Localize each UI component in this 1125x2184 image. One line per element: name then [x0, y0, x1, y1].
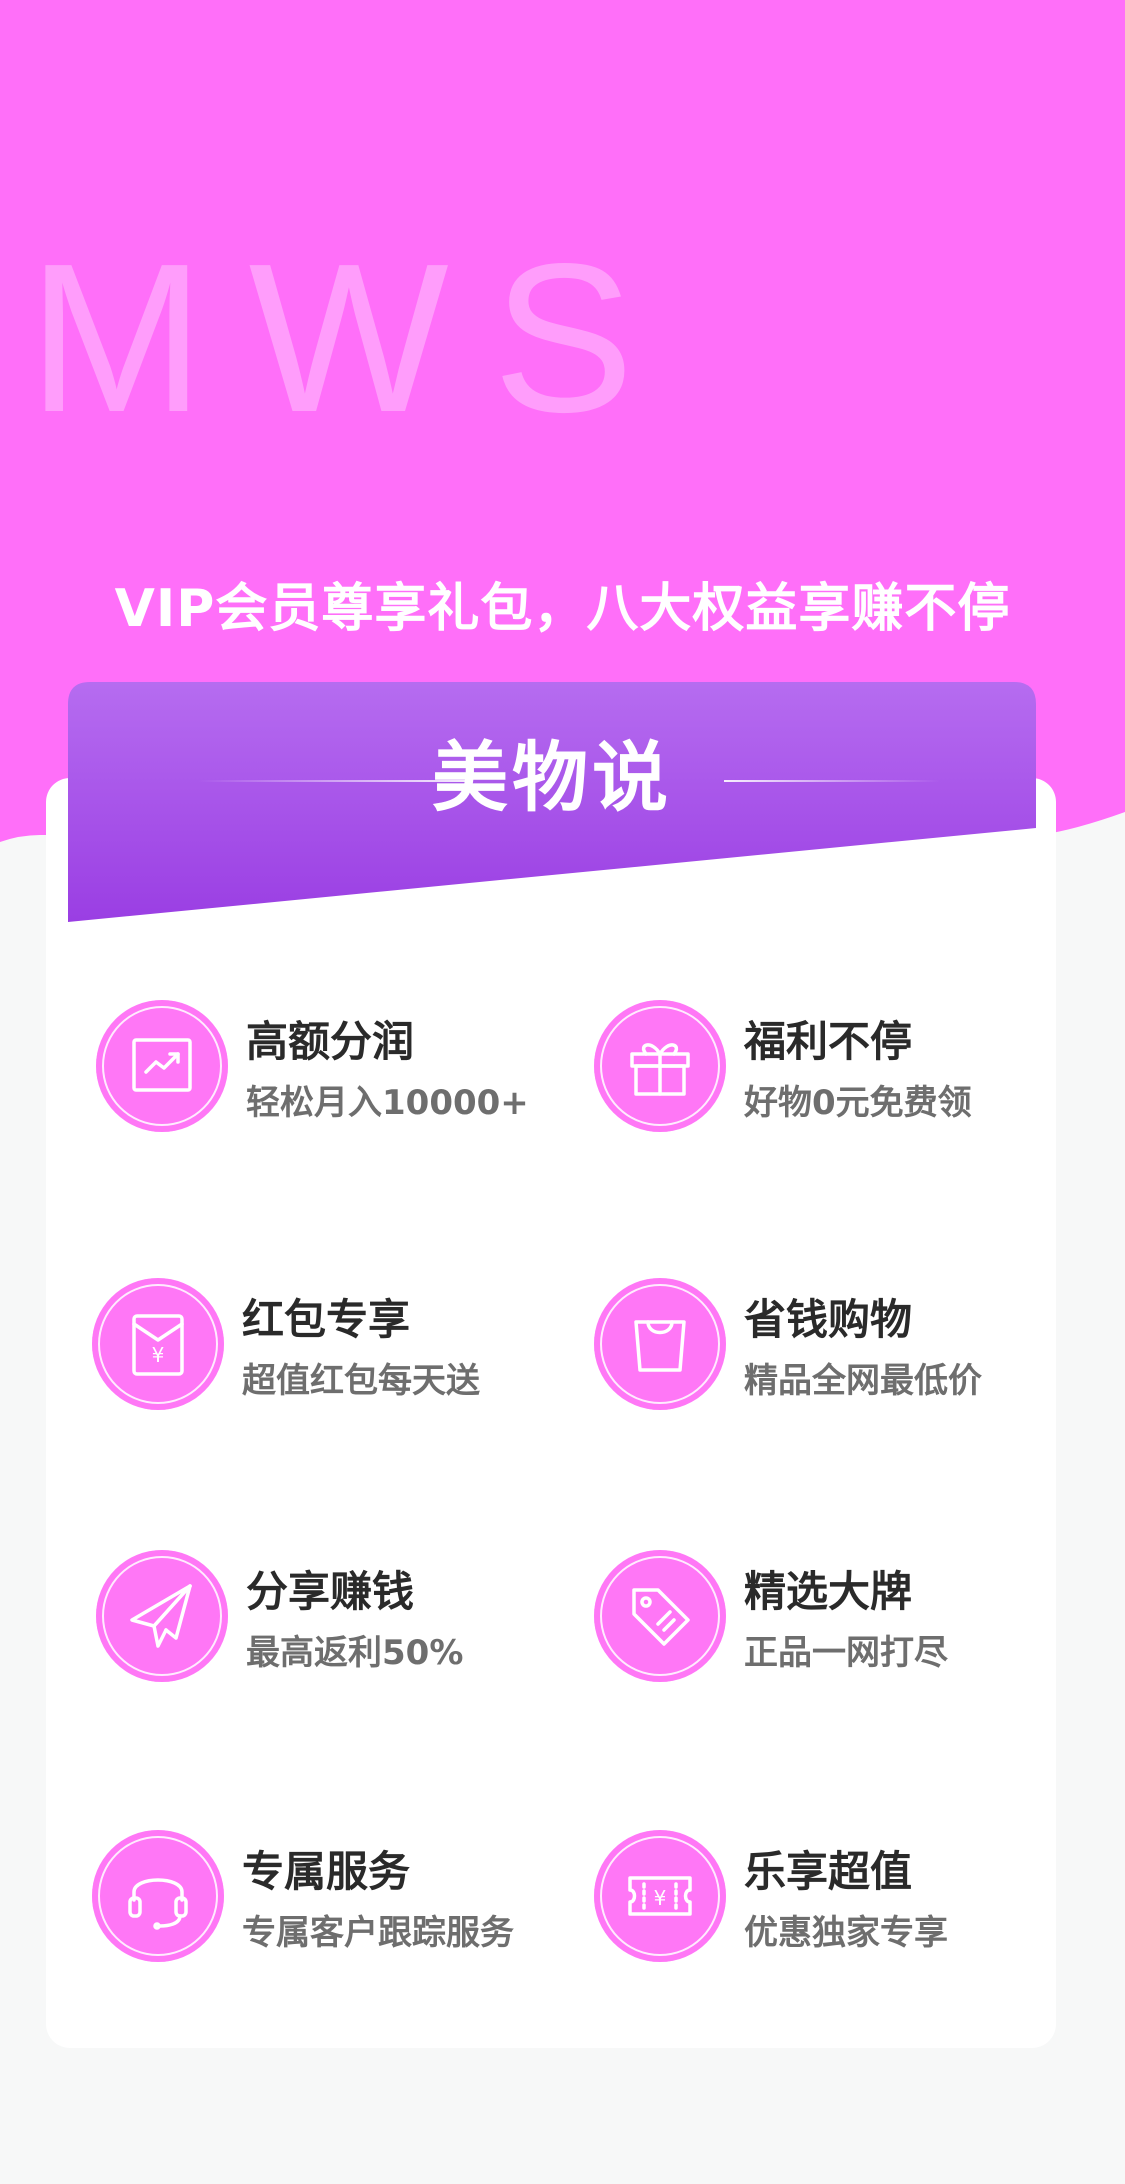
benefit-desc: 超值红包每天送 [242, 1361, 480, 1401]
benefit-title: 乐享超值 [744, 1847, 913, 1896]
headset-icon [92, 1830, 224, 1962]
benefit-title: 红包专享 [242, 1295, 411, 1344]
benefit-title: 专属服务 [242, 1847, 411, 1896]
benefit-item-top-brands[interactable]: 精选大牌 正品一网打尽 [594, 1550, 1094, 1690]
benefit-item-welfare[interactable]: 福利不停 好物0元免费领 [594, 1000, 1094, 1140]
benefit-item-share-earn[interactable]: 分享赚钱 最高返利50% [96, 1550, 596, 1690]
benefit-title: 分享赚钱 [246, 1567, 415, 1616]
card-header: 美物说 [68, 682, 1036, 922]
benefit-title: 精选大牌 [744, 1567, 913, 1616]
benefit-desc: 正品一网打尽 [744, 1633, 948, 1673]
benefit-item-super-value[interactable]: ¥ 乐享超值 优惠独家专享 [594, 1830, 1094, 1970]
benefit-desc: 专属客户跟踪服务 [242, 1913, 514, 1953]
benefit-title: 福利不停 [744, 1017, 913, 1066]
gift-icon [594, 1000, 726, 1132]
benefit-desc: 优惠独家专享 [744, 1913, 948, 1953]
benefit-item-save-shopping[interactable]: 省钱购物 精品全网最低价 [594, 1278, 1094, 1418]
brand-title: 美物说 [432, 733, 672, 822]
benefit-item-high-commission[interactable]: 高额分润 轻松月入10000+ [96, 1000, 596, 1140]
shopping-bag-icon [594, 1278, 726, 1410]
watermark-text: MWS [28, 219, 679, 456]
price-tag-icon [594, 1550, 726, 1682]
svg-text:¥: ¥ [654, 1886, 667, 1910]
trend-chart-icon [96, 1000, 228, 1132]
coupon-icon: ¥ [594, 1830, 726, 1962]
benefit-desc: 精品全网最低价 [744, 1361, 982, 1401]
paper-plane-icon [96, 1550, 228, 1682]
benefit-desc: 好物0元免费领 [744, 1083, 972, 1123]
benefit-item-red-envelope[interactable]: ¥ 红包专享 超值红包每天送 [92, 1278, 592, 1418]
benefit-desc: 轻松月入10000+ [246, 1083, 529, 1123]
page-slogan: VIP会员尊享礼包，八大权益享赚不停 [114, 579, 1011, 639]
red-envelope-icon: ¥ [92, 1278, 224, 1410]
benefit-title: 高额分润 [246, 1017, 415, 1066]
benefit-item-exclusive-service[interactable]: 专属服务 专属客户跟踪服务 [92, 1830, 592, 1970]
svg-text:¥: ¥ [152, 1343, 165, 1367]
benefit-desc: 最高返利50% [246, 1633, 464, 1673]
benefit-title: 省钱购物 [744, 1295, 913, 1344]
benefits-card: 高额分润 轻松月入10000+ 福利不停 好物0元免费领 ¥ 红包专享 超值红包… [46, 778, 1056, 2048]
